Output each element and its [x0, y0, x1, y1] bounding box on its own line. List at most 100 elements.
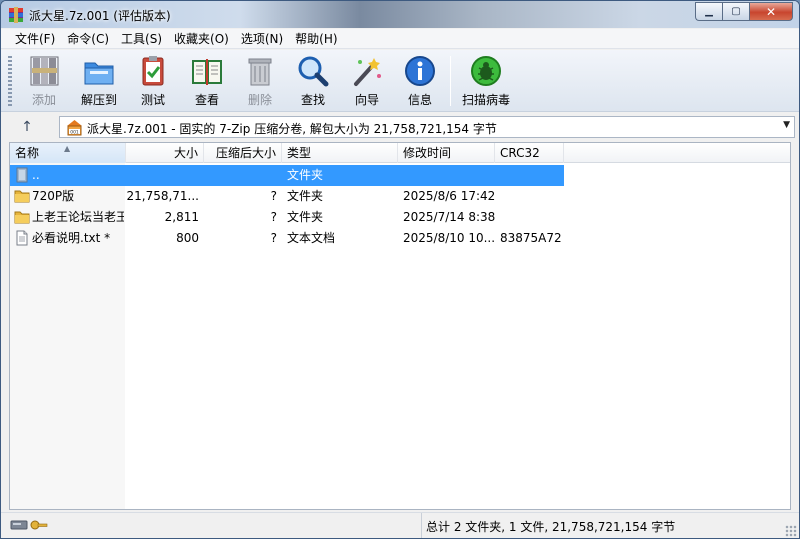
- menu-help[interactable]: 帮助(H): [289, 29, 343, 49]
- sort-ascending-icon: ▲: [64, 144, 71, 153]
- find-label: 查找: [300, 93, 325, 107]
- winrar-window: 派大星.7z.001 (评估版本) ▁ ▢ ✕ 文件(F) 命令(C) 工具(S…: [0, 0, 800, 539]
- archive-books-icon: [30, 56, 59, 86]
- menu-options[interactable]: 选项(N): [235, 29, 289, 49]
- menu-bar: 文件(F) 命令(C) 工具(S) 收藏夹(O) 选项(N) 帮助(H): [1, 29, 799, 49]
- row-crc: [500, 186, 564, 207]
- maximize-icon: ▢: [731, 6, 741, 17]
- row-type: 文件夹: [287, 168, 324, 182]
- window-controls: ▁ ▢ ✕: [695, 2, 793, 21]
- row-size: 800: [176, 231, 199, 245]
- status-bar: 总计 2 文件夹, 1 文件, 21,758,721,154 字节: [1, 512, 799, 538]
- address-text: 派大星.7z.001 - 固实的 7-Zip 压缩分卷, 解包大小为 21,75…: [87, 122, 497, 136]
- row-name: 必看说明.txt *: [32, 231, 111, 245]
- text-file-icon: [16, 230, 28, 246]
- extract-to-label: 解压到: [80, 93, 117, 107]
- address-bar[interactable]: 001 派大星.7z.001 - 固实的 7-Zip 压缩分卷, 解包大小为 2…: [59, 116, 795, 138]
- address-dropdown-icon[interactable]: ▼: [783, 120, 790, 130]
- table-row[interactable]: 上老王论坛当老王 2,811 ? 文件夹 2025/7/14 8:38: [10, 207, 790, 228]
- status-summary: 总计 2 文件夹, 1 文件, 21,758,721,154 字节: [426, 520, 676, 534]
- row-crc: [500, 165, 564, 186]
- maximize-button[interactable]: ▢: [722, 2, 749, 21]
- toolbar-grip[interactable]: [8, 56, 12, 106]
- drive-key-icon[interactable]: [9, 516, 49, 534]
- view-label: 查看: [194, 93, 219, 107]
- file-list[interactable]: 名称 ▲ 大小 压缩后大小 类型 修改时间 CRC32 .. 文件夹 720P版…: [9, 142, 791, 510]
- row-packed: [204, 165, 277, 186]
- wizard-button[interactable]: 向导: [342, 54, 392, 110]
- info-label: 信息: [407, 93, 432, 107]
- row-packed: ?: [270, 189, 277, 203]
- magnifier-icon: [298, 56, 329, 87]
- view-button[interactable]: 查看: [182, 54, 232, 110]
- test-label: 测试: [140, 93, 165, 107]
- menu-tools[interactable]: 工具(S): [115, 29, 168, 49]
- row-size: 2,811: [164, 210, 199, 224]
- delete-label: 删除: [247, 93, 272, 107]
- column-header-crc[interactable]: CRC32: [495, 143, 564, 163]
- menu-file[interactable]: 文件(F): [9, 29, 61, 49]
- bug-scan-icon: [471, 56, 501, 86]
- scan-virus-label: 扫描病毒: [461, 93, 510, 107]
- title-bar[interactable]: 派大星.7z.001 (评估版本) ▁ ▢ ✕: [1, 1, 799, 28]
- winrar-app-icon[interactable]: [8, 7, 24, 23]
- toolbar: 添加 解压到 测试 查看 删除 查找 向导 信息 扫描病毒: [1, 50, 799, 112]
- row-type: 文件夹: [287, 189, 324, 203]
- up-one-level-button[interactable]: ↑: [15, 117, 39, 137]
- table-row[interactable]: 必看说明.txt * 800 ? 文本文档 2025/8/10 10... 83…: [10, 228, 790, 249]
- clipboard-check-icon: [142, 56, 164, 86]
- info-button[interactable]: 信息: [395, 54, 445, 110]
- column-name-label: 名称: [15, 146, 40, 160]
- info-icon: [405, 56, 435, 86]
- delete-button[interactable]: 删除: [235, 54, 285, 110]
- table-row[interactable]: .. 文件夹: [10, 165, 790, 186]
- menu-favorites[interactable]: 收藏夹(O): [168, 29, 235, 49]
- extract-to-button[interactable]: 解压到: [74, 54, 124, 110]
- open-book-icon: [192, 59, 222, 85]
- resize-grip[interactable]: [785, 525, 797, 537]
- status-summary-panel: 总计 2 文件夹, 1 文件, 21,758,721,154 字节: [421, 513, 799, 538]
- row-modified: 2025/8/10 10...: [403, 231, 495, 245]
- archive-volume-icon: 001: [67, 120, 82, 136]
- folder-icon: [14, 211, 30, 224]
- row-type: 文件夹: [287, 210, 324, 224]
- find-button[interactable]: 查找: [288, 54, 338, 110]
- row-modified: 2025/8/6 17:42: [403, 189, 495, 203]
- menu-commands[interactable]: 命令(C): [61, 29, 115, 49]
- folder-icon: [14, 190, 30, 203]
- row-modified: 2025/7/14 8:38: [403, 210, 495, 224]
- wizard-label: 向导: [354, 93, 379, 107]
- address-row: ↑ 001 派大星.7z.001 - 固实的 7-Zip 压缩分卷, 解包大小为…: [1, 113, 799, 141]
- row-crc: 83875A72: [500, 231, 562, 245]
- close-button[interactable]: ✕: [749, 2, 793, 21]
- row-size: [126, 165, 199, 186]
- folder-extract-icon: [84, 62, 114, 85]
- toolbar-separator: [450, 56, 451, 106]
- row-packed: ?: [270, 210, 277, 224]
- up-folder-icon: [16, 167, 28, 183]
- column-header-name[interactable]: 名称 ▲: [10, 143, 126, 163]
- column-header-row: 名称 ▲ 大小 压缩后大小 类型 修改时间 CRC32: [10, 143, 790, 163]
- row-name: 720P版: [32, 189, 75, 203]
- row-size: 21,758,71...: [126, 189, 199, 203]
- scan-virus-button[interactable]: 扫描病毒: [458, 54, 514, 110]
- window-title: 派大星.7z.001 (评估版本): [29, 9, 171, 23]
- close-icon: ✕: [765, 4, 777, 19]
- row-type: 文本文档: [287, 231, 336, 245]
- add-button[interactable]: 添加: [19, 54, 69, 110]
- svg-text:001: 001: [70, 129, 79, 135]
- row-crc: [500, 207, 564, 228]
- column-header-modified[interactable]: 修改时间: [398, 143, 495, 163]
- table-row[interactable]: 720P版 21,758,71... ? 文件夹 2025/8/6 17:42: [10, 186, 790, 207]
- column-header-type[interactable]: 类型: [282, 143, 398, 163]
- trash-can-icon: [248, 58, 272, 86]
- row-name: ..: [32, 168, 40, 182]
- column-header-packed[interactable]: 压缩后大小: [204, 143, 282, 163]
- magic-wand-icon: [354, 58, 381, 86]
- test-button[interactable]: 测试: [128, 54, 178, 110]
- add-label: 添加: [31, 93, 56, 107]
- column-header-size[interactable]: 大小: [126, 143, 204, 163]
- minimize-icon: ▁: [705, 6, 713, 17]
- row-packed: ?: [270, 231, 277, 245]
- minimize-button[interactable]: ▁: [695, 2, 722, 21]
